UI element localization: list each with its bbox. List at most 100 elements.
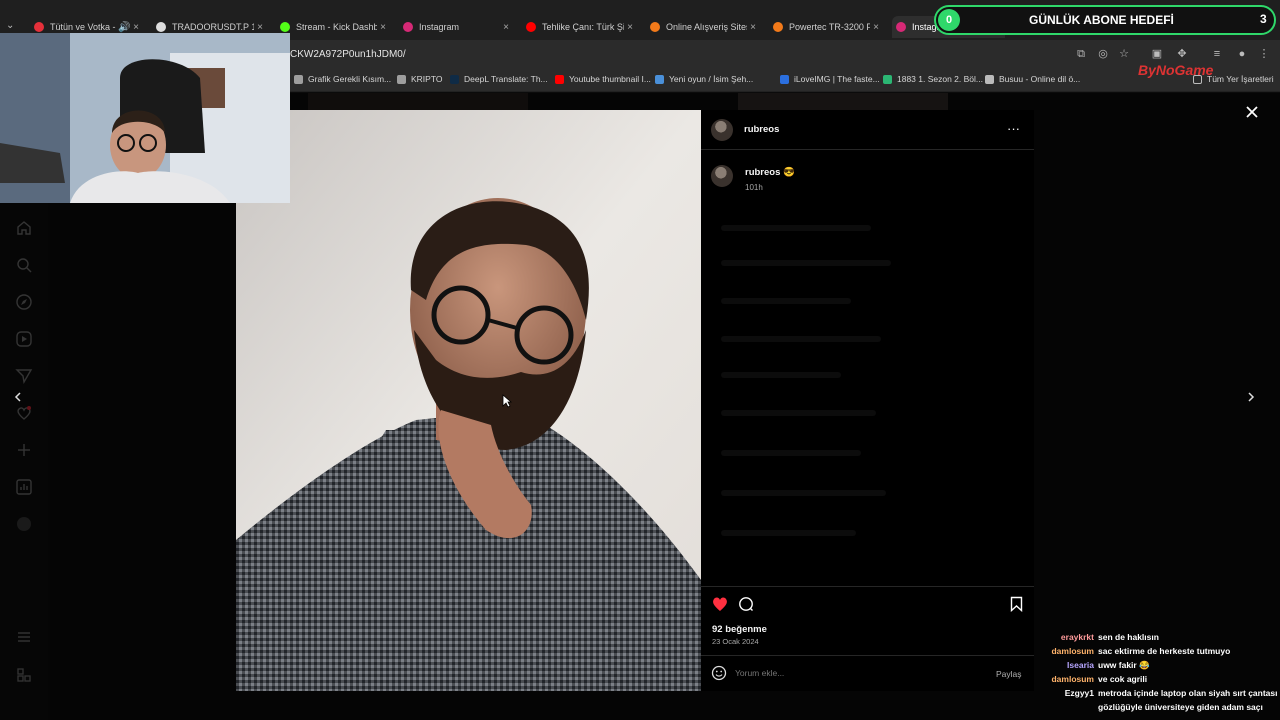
bookmark-favicon-icon bbox=[397, 74, 406, 84]
bookmark-item[interactable]: Youtube thumbnail I... bbox=[555, 74, 651, 84]
browser-tab[interactable]: Instagram × bbox=[399, 16, 512, 38]
chat-message: Ezgyy1 metroda içinde laptop olan siyah s… bbox=[1040, 688, 1280, 698]
chevron-right-icon[interactable] bbox=[1245, 391, 1257, 403]
tab-close-icon[interactable]: × bbox=[870, 22, 882, 33]
author-username[interactable]: rubreos bbox=[744, 124, 779, 135]
stream-watermark: ByNoGame bbox=[1138, 62, 1213, 78]
mouse-cursor-icon bbox=[502, 394, 512, 408]
chat-message: damlosum ve cok agrili bbox=[1040, 674, 1147, 684]
tab-title: Tehlike Çanı: Türk Şi bbox=[542, 22, 624, 32]
tab-favicon-icon bbox=[280, 22, 290, 32]
menu-kebab-icon[interactable]: ⋮ bbox=[1258, 48, 1270, 60]
bookmark-item[interactable]: Grafik Gerekli Kısım... bbox=[294, 74, 391, 84]
save-bookmark-icon[interactable] bbox=[1010, 596, 1023, 612]
tab-title: Online Alışveriş Sites bbox=[666, 22, 747, 32]
tab-favicon-icon bbox=[773, 22, 783, 32]
webcam-image bbox=[0, 33, 290, 203]
browser-tab[interactable]: Powertec TR-3200 Po × bbox=[769, 16, 882, 38]
chat-username: damlosum bbox=[1051, 674, 1094, 684]
bookmark-label: iLoveIMG | The faste... bbox=[794, 74, 880, 84]
caption-time[interactable]: 101h bbox=[745, 183, 763, 192]
chat-message: gözlüğüyle üniversiteye giden adam saçı bbox=[1040, 702, 1263, 712]
subscriber-goal-widget: 0 GÜNLÜK ABONE HEDEFİ 3 bbox=[934, 5, 1276, 35]
bookmark-label: KRIPTO bbox=[411, 74, 443, 84]
bookmark-label: Youtube thumbnail I... bbox=[569, 74, 651, 84]
bookmark-favicon-icon bbox=[883, 74, 892, 84]
bookmark-item[interactable]: Yeni oyun / İsim Şeh... bbox=[655, 74, 753, 84]
browser-tab[interactable]: Stream - Kick Dashbo × bbox=[276, 16, 389, 38]
tab-close-icon[interactable]: × bbox=[130, 22, 142, 33]
goal-target: 3 bbox=[1260, 12, 1267, 26]
install-app-icon[interactable]: ⧉ bbox=[1075, 48, 1087, 60]
goal-count: 0 bbox=[945, 14, 953, 26]
chat-text: sen de haklısın bbox=[1098, 632, 1159, 642]
bookmark-label: Yeni oyun / İsim Şeh... bbox=[669, 74, 754, 84]
extension-icon[interactable]: ▣ bbox=[1151, 48, 1163, 60]
chat-username: Ezgyy1 bbox=[1064, 688, 1094, 698]
tab-close-icon[interactable]: × bbox=[747, 22, 759, 33]
tab-close-icon[interactable]: × bbox=[500, 22, 512, 33]
bookmark-favicon-icon bbox=[655, 74, 664, 84]
browser-tab[interactable]: Tehlike Çanı: Türk Şi × bbox=[522, 16, 636, 38]
post-photo[interactable] bbox=[236, 110, 701, 691]
chat-message: damlosum sac ektirme de herkeste tutmuyo bbox=[1040, 646, 1230, 656]
chat-username: eraykrkt bbox=[1060, 632, 1094, 642]
tab-title: TRADOORUSDT.P 1.5 bbox=[172, 22, 254, 32]
tab-search-icon[interactable]: ⌄ bbox=[6, 20, 20, 34]
post-details-panel: rubreos ··· rubreos 😎 101h 92 beğenme 23… bbox=[701, 110, 1034, 691]
comment-icon[interactable] bbox=[738, 596, 754, 612]
caption-avatar[interactable] bbox=[711, 165, 733, 187]
portrait-image bbox=[236, 110, 701, 691]
bookmark-item[interactable]: KRIPTO bbox=[397, 74, 443, 84]
likes-count[interactable]: 92 beğenme bbox=[712, 624, 767, 635]
post-header: rubreos ··· bbox=[701, 110, 1034, 150]
chat-message: Isearia uww fakir 😂 bbox=[1040, 660, 1150, 671]
goal-count-badge: 0 bbox=[938, 9, 960, 31]
chat-message: eraykrkt sen de haklısın bbox=[1040, 632, 1159, 642]
comment-box-divider bbox=[701, 655, 1034, 656]
tab-close-icon[interactable]: × bbox=[624, 22, 636, 33]
more-options-icon[interactable]: ··· bbox=[1007, 121, 1020, 136]
post-actions-divider bbox=[701, 586, 1034, 587]
goal-label: GÜNLÜK ABONE HEDEFİ bbox=[1029, 13, 1174, 27]
tab-audio-icon[interactable]: 🔊 bbox=[118, 22, 130, 33]
chat-text: uww fakir 😂 bbox=[1098, 660, 1150, 670]
chat-text: sac ektirme de herkeste tutmuyo bbox=[1098, 646, 1231, 656]
profile-icon[interactable]: ● bbox=[1236, 48, 1248, 60]
share-button[interactable]: Paylaş bbox=[996, 669, 1022, 679]
chat-text: gözlüğüyle üniversiteye giden adam saçı bbox=[1098, 702, 1263, 712]
tab-close-icon[interactable]: × bbox=[254, 22, 266, 33]
liked-heart-icon[interactable] bbox=[711, 596, 729, 612]
bookmark-item[interactable]: 1883 1. Sezon 2. Böl... bbox=[883, 74, 983, 84]
bookmark-favicon-icon bbox=[294, 74, 303, 84]
author-avatar[interactable] bbox=[711, 119, 733, 141]
emoji-icon[interactable] bbox=[711, 665, 727, 681]
post-date: 23 Ocak 2024 bbox=[712, 637, 759, 646]
bookmark-favicon-icon bbox=[985, 74, 994, 84]
bookmark-item[interactable]: DeepL Translate: Th... bbox=[450, 74, 548, 84]
eye-off-icon[interactable]: ◎ bbox=[1097, 48, 1109, 60]
browser-tab[interactable]: Online Alışveriş Sites × bbox=[646, 16, 759, 38]
star-icon[interactable]: ☆ bbox=[1118, 48, 1130, 60]
comment-input[interactable] bbox=[735, 666, 975, 680]
tab-favicon-icon bbox=[34, 22, 44, 32]
bookmark-label: 1883 1. Sezon 2. Böl... bbox=[897, 74, 984, 84]
chevron-left-icon[interactable] bbox=[12, 391, 24, 403]
close-icon[interactable] bbox=[1244, 104, 1260, 120]
tab-title: Powertec TR-3200 Po bbox=[789, 22, 870, 32]
bookmark-item[interactable]: Busuu - Online dil ö... bbox=[985, 74, 1080, 84]
puzzle-icon[interactable]: ✥ bbox=[1176, 48, 1188, 60]
chat-text: ve cok agrili bbox=[1098, 674, 1148, 684]
watermark-text: ByNoGame bbox=[1138, 62, 1214, 78]
tab-favicon-icon bbox=[156, 22, 166, 32]
bookmark-label: DeepL Translate: Th... bbox=[464, 74, 548, 84]
tab-close-icon[interactable]: × bbox=[377, 22, 389, 33]
stream-chat-overlay: eraykrkt sen de haklısın damlosum sac ektir… bbox=[1040, 630, 1280, 720]
url-text[interactable]: CKW2A972P0un1hJDM0/ bbox=[290, 49, 406, 60]
all-bookmarks-label: Tüm Yer İşaretleri bbox=[1207, 74, 1274, 84]
chat-username: damlosum bbox=[1051, 646, 1094, 656]
bookmark-item[interactable]: iLoveIMG | The faste... bbox=[780, 74, 880, 84]
tab-favicon-icon bbox=[526, 22, 536, 32]
bookmark-label: Busuu - Online dil ö... bbox=[999, 74, 1081, 84]
media-icon[interactable]: ≡ bbox=[1211, 48, 1223, 60]
